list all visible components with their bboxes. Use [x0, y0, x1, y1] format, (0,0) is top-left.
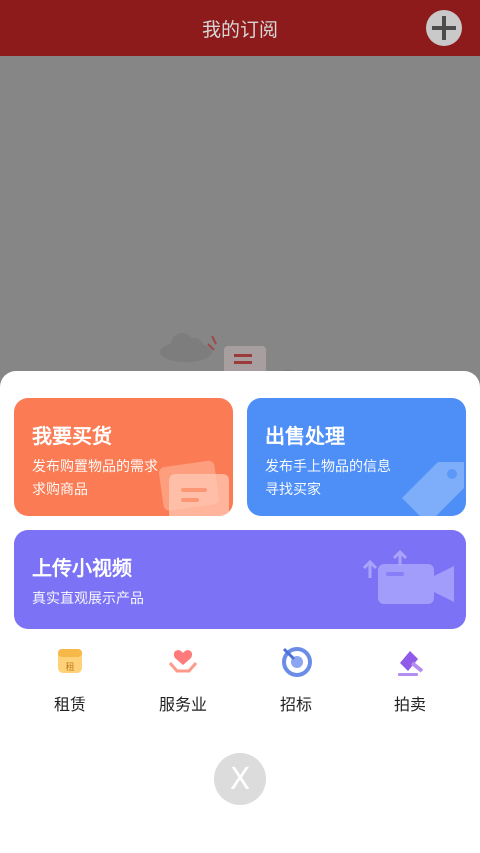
- service-label: 租赁: [53, 695, 86, 714]
- close-icon: X: [229, 761, 251, 797]
- sell-card-desc: 发布手上物品的信息: [265, 459, 391, 475]
- video-camera-icon: [362, 549, 454, 604]
- service-label: 拍卖: [393, 695, 426, 714]
- buy-card[interactable]: 我要买货 发布购置物品的需求 求购商品: [14, 398, 233, 516]
- target-icon: [282, 647, 312, 677]
- sell-card-desc-2: 寻找买家: [265, 482, 321, 498]
- sell-card-title: 出售处理: [265, 424, 345, 448]
- app-header: 我的订阅: [0, 0, 480, 56]
- rent-bag-icon: 租: [58, 649, 82, 673]
- service-bidding[interactable]: 招标: [246, 645, 346, 715]
- video-card-title: 上传小视频: [32, 556, 132, 580]
- auction-hammer-icon: [398, 651, 424, 676]
- service-auction[interactable]: 拍卖: [360, 645, 460, 715]
- video-card-desc: 真实直观展示产品: [32, 591, 144, 607]
- page-title: 我的订阅: [201, 18, 278, 41]
- close-button[interactable]: X: [214, 753, 266, 805]
- upload-video-card[interactable]: 上传小视频 真实直观展示产品: [14, 530, 466, 629]
- service-label: 招标: [279, 695, 312, 714]
- buy-card-desc-2: 求购商品: [32, 482, 88, 498]
- document-icon: [158, 460, 229, 516]
- buy-card-title: 我要买货: [32, 424, 112, 448]
- service-industry[interactable]: 服务业: [133, 645, 233, 715]
- price-tag-icon: [402, 462, 464, 516]
- service-rent[interactable]: 租 租赁: [20, 645, 120, 715]
- service-label: 服务业: [158, 695, 207, 714]
- service-row: 租 租赁 服务业 招标 拍卖: [0, 645, 480, 715]
- empty-box-icon: [207, 335, 266, 376]
- service-hands-icon: [168, 650, 198, 673]
- svg-text:租: 租: [65, 662, 74, 673]
- plus-icon[interactable]: [426, 10, 462, 46]
- buy-card-desc: 发布购置物品的需求: [32, 459, 158, 475]
- sell-card[interactable]: 出售处理 发布手上物品的信息 寻找买家: [247, 398, 466, 516]
